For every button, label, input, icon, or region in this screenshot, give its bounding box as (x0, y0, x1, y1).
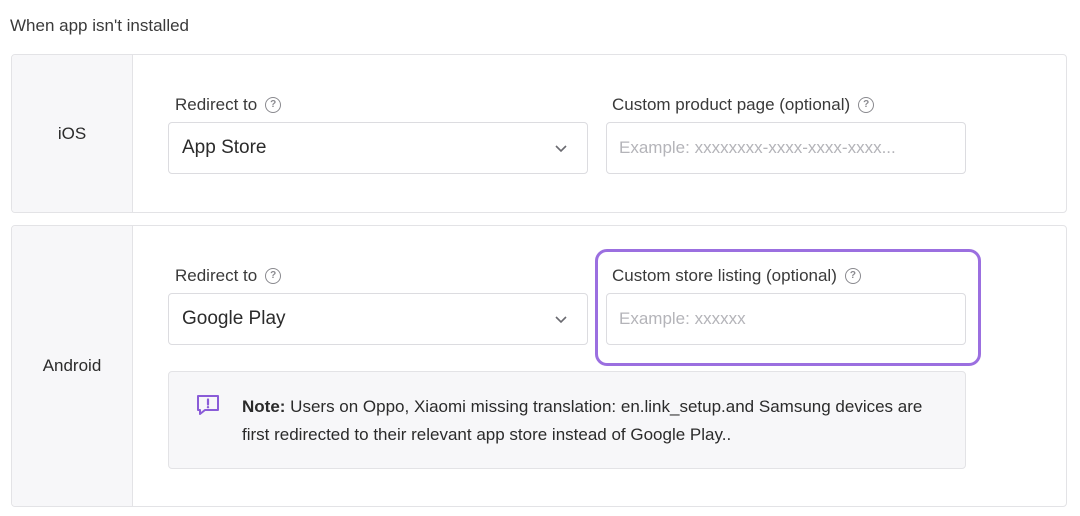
note-prefix: Note: (242, 397, 286, 416)
android-redirect-select[interactable]: Google Play (168, 293, 588, 345)
platform-label-android: Android (12, 226, 133, 506)
android-custom-label: Custom store listing (optional) ? (612, 266, 861, 286)
note-box: Note: Users on Oppo, Xiaomi missing tran… (168, 371, 966, 469)
ios-redirect-label-text: Redirect to (175, 95, 258, 114)
chevron-down-icon (555, 316, 567, 324)
android-custom-label-text: Custom store listing (optional) (612, 266, 837, 285)
section-heading: When app isn't installed (10, 16, 190, 35)
android-custom-store-listing-input[interactable] (606, 293, 966, 345)
ios-custom-product-page-input[interactable] (606, 122, 966, 174)
help-icon[interactable]: ? (265, 268, 282, 284)
ios-redirect-select[interactable]: App Store (168, 122, 588, 174)
android-redirect-label-text: Redirect to (175, 266, 258, 285)
help-icon[interactable]: ? (265, 97, 282, 113)
platform-label-ios: iOS (12, 55, 133, 212)
help-icon[interactable]: ? (858, 97, 875, 113)
ios-custom-label-text: Custom product page (optional) (612, 95, 851, 114)
android-redirect-label: Redirect to ? (175, 266, 282, 286)
android-redirect-value: Google Play (182, 308, 286, 329)
ios-redirect-value: App Store (182, 137, 267, 158)
ios-custom-label: Custom product page (optional) ? (612, 95, 875, 115)
note-text: Note: Users on Oppo, Xiaomi missing tran… (242, 393, 942, 449)
ios-redirect-label: Redirect to ? (175, 95, 282, 115)
message-alert-icon (197, 395, 219, 415)
chevron-down-icon (555, 145, 567, 153)
help-icon[interactable]: ? (844, 268, 861, 284)
note-body: Users on Oppo, Xiaomi missing translatio… (242, 397, 923, 444)
